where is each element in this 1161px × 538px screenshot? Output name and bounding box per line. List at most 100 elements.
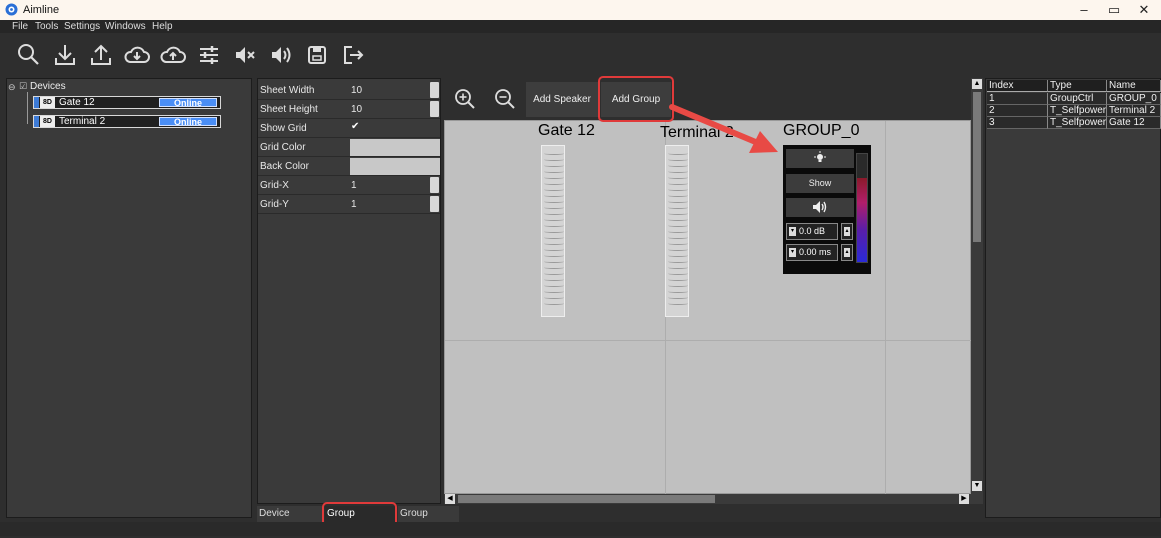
upload-icon[interactable] [88, 42, 114, 68]
table-cell[interactable]: 1 [987, 93, 1048, 105]
property-row-sheet-height[interactable]: Sheet Height 10 [258, 100, 440, 119]
speaker-element [544, 188, 564, 191]
group-table: Index Type Name 1 GroupCtrl GROUP_0 2 T_… [985, 78, 1161, 518]
volume-icon[interactable] [268, 42, 294, 68]
scroll-thumb[interactable] [458, 495, 715, 503]
equalizer-icon[interactable] [196, 42, 222, 68]
device-indicator [34, 97, 39, 108]
speaker-array-terminal-2[interactable] [665, 145, 689, 317]
scroll-left-icon[interactable]: ◀ [445, 494, 455, 504]
property-row-sheet-width[interactable]: Sheet Width 10 [258, 81, 440, 100]
table-header[interactable]: Index [987, 80, 1048, 92]
close-icon[interactable]: ✕ [1130, 1, 1158, 19]
horizontal-scrollbar[interactable]: ◀ ▶ [444, 494, 971, 504]
menu-file[interactable]: File [12, 21, 28, 32]
speaker-element [544, 152, 564, 155]
spinner-icon[interactable] [430, 177, 439, 193]
decrement-icon[interactable]: ▾ [789, 227, 796, 236]
property-value[interactable]: 1 [351, 199, 357, 210]
devices-root-label[interactable]: Devices [30, 81, 66, 92]
property-label: Sheet Height [260, 104, 318, 115]
gain-increment[interactable]: ▴ [841, 223, 853, 240]
zoom-in-icon[interactable] [454, 88, 476, 110]
menu-help[interactable]: Help [152, 21, 173, 32]
table-header[interactable]: Type [1048, 80, 1107, 92]
light-bulb-button[interactable] [786, 149, 854, 168]
tab-group-control[interactable]: Group Control [398, 506, 459, 535]
table-cell[interactable]: T_Selfpower [1048, 117, 1107, 129]
search-icon[interactable] [16, 42, 42, 68]
color-swatch[interactable] [350, 158, 440, 175]
speaker-element [544, 266, 564, 269]
canvas-sheet[interactable]: Gate 12 Terminal 2 GROUP_0 Show ▾ 0.0 dB … [444, 120, 972, 494]
table-cell[interactable]: 2 [987, 105, 1048, 117]
scroll-down-icon[interactable]: ▼ [972, 481, 982, 491]
speaker-array-gate-12[interactable] [541, 145, 565, 317]
table-cell[interactable]: 3 [987, 117, 1048, 129]
download-icon[interactable] [52, 42, 78, 68]
speaker-element [668, 194, 688, 197]
speaker-element [544, 164, 564, 167]
menu-settings[interactable]: Settings [64, 21, 100, 32]
spinner-icon[interactable] [430, 101, 439, 117]
device-row[interactable]: 8D Terminal 2 Online [33, 115, 221, 128]
property-row-grid-color[interactable]: Grid Color [258, 138, 440, 157]
group-control-widget: Show ▾ 0.0 dB ▴ ▾ 0.00 ms ▴ [783, 145, 871, 274]
grid-line [885, 121, 886, 494]
spinner-icon[interactable] [430, 82, 439, 98]
add-speaker-button[interactable]: Add Speaker [526, 82, 598, 117]
cloud-upload-icon[interactable] [160, 42, 186, 68]
table-cell[interactable]: Gate 12 [1107, 117, 1161, 129]
show-button[interactable]: Show [786, 174, 854, 193]
speaker-element [544, 248, 564, 251]
speaker-element [668, 284, 688, 287]
exit-icon[interactable] [340, 42, 366, 68]
speaker-element [668, 206, 688, 209]
property-value[interactable]: 1 [351, 180, 357, 191]
cloud-download-icon[interactable] [124, 42, 150, 68]
property-row-back-color[interactable]: Back Color [258, 157, 440, 176]
menu-tools[interactable]: Tools [35, 21, 58, 32]
property-row-show-grid[interactable]: Show Grid ✔ [258, 119, 440, 138]
volume-button[interactable] [786, 198, 854, 217]
table-header[interactable]: Name [1107, 80, 1161, 92]
group-label: GROUP_0 [783, 122, 860, 139]
save-icon[interactable] [304, 42, 330, 68]
device-row[interactable]: 8D Gate 12 Online [33, 96, 221, 109]
property-label: Show Grid [260, 123, 307, 134]
speaker-element [544, 260, 564, 263]
tab-device-control[interactable]: Device Control [257, 506, 323, 535]
mute-icon[interactable] [232, 42, 258, 68]
collapse-icon[interactable]: ⊖ [8, 82, 16, 93]
scroll-up-icon[interactable]: ▲ [972, 79, 982, 89]
vertical-scrollbar[interactable]: ▲ ▼ [971, 78, 983, 504]
minimize-icon[interactable]: – [1070, 1, 1098, 19]
property-value[interactable]: 10 [351, 104, 362, 115]
table-cell[interactable]: T_Selfpower [1048, 105, 1107, 117]
speaker-label: Terminal 2 [660, 124, 734, 141]
speaker-element [668, 170, 688, 173]
delay-field[interactable]: ▾ 0.00 ms [786, 244, 838, 261]
spinner-icon[interactable] [430, 196, 439, 212]
speaker-element [668, 272, 688, 275]
scroll-thumb[interactable] [973, 92, 981, 242]
gain-field[interactable]: ▾ 0.0 dB [786, 223, 838, 240]
table-cell[interactable]: GROUP_0 [1107, 93, 1161, 105]
speaker-element [668, 182, 688, 185]
checkbox-icon[interactable]: ✔ [351, 121, 359, 132]
delay-increment[interactable]: ▴ [841, 244, 853, 261]
property-row-grid-y[interactable]: Grid-Y 1 [258, 195, 440, 214]
zoom-out-icon[interactable] [494, 88, 516, 110]
decrement-icon[interactable]: ▾ [789, 248, 796, 257]
toolbar [0, 33, 1161, 76]
property-row-grid-x[interactable]: Grid-X 1 [258, 176, 440, 195]
menu-windows[interactable]: Windows [105, 21, 146, 32]
scroll-right-icon[interactable]: ▶ [959, 494, 969, 504]
property-value[interactable]: 10 [351, 85, 362, 96]
title-bar: Aimline – ▭ ✕ [0, 0, 1161, 20]
table-cell[interactable]: GroupCtrl [1048, 93, 1107, 105]
maximize-icon[interactable]: ▭ [1100, 1, 1128, 19]
speaker-element [668, 260, 688, 263]
color-swatch[interactable] [350, 139, 440, 156]
table-cell[interactable]: Terminal 2 [1107, 105, 1161, 117]
